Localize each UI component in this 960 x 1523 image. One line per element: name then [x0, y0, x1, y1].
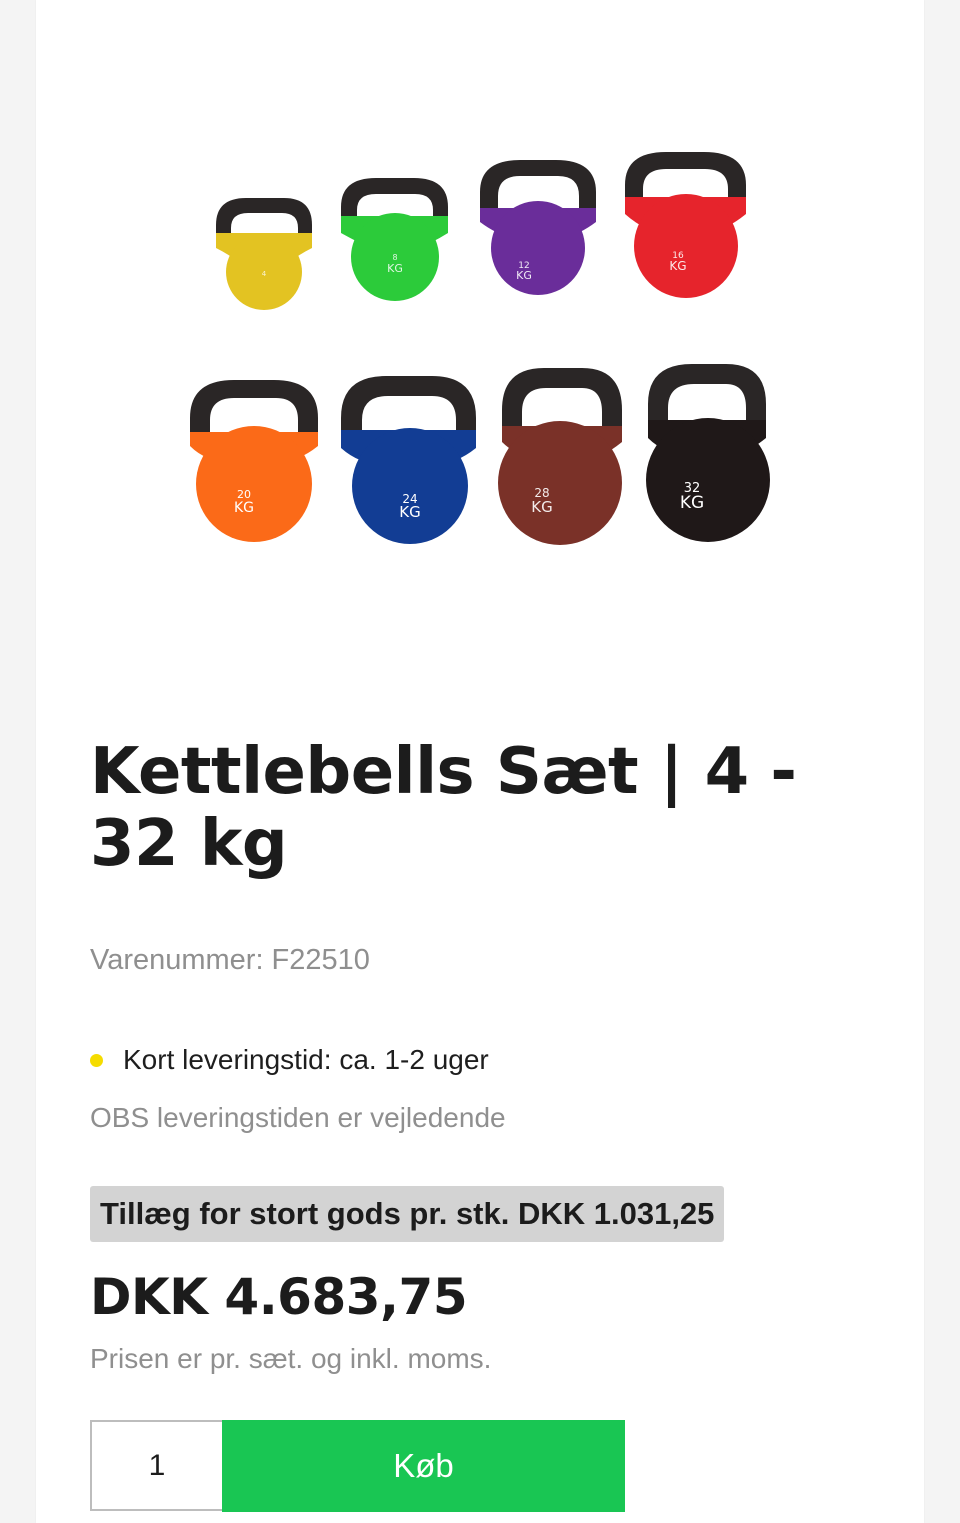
stock-status: Kort leveringstid: ca. 1-2 uger	[90, 1044, 489, 1076]
freight-surcharge-text: Tillæg for stort gods pr. stk. DKK 1.031…	[100, 1196, 715, 1231]
kettlebell-16kg-unit: KG	[669, 259, 686, 273]
kettlebell-8kg-unit: KG	[387, 262, 403, 275]
freight-surcharge-badge: Tillæg for stort gods pr. stk. DKK 1.031…	[90, 1186, 725, 1242]
kettlebell-20kg: 20 KG	[190, 380, 318, 542]
sku-label: Varenummer:	[90, 944, 264, 976]
kettlebell-12kg-unit: KG	[516, 269, 532, 282]
product-price: DKK 4.683,75	[90, 1268, 468, 1326]
buy-button[interactable]: Køb	[222, 1420, 625, 1512]
kettlebell-20kg-unit: KG	[234, 500, 254, 516]
kettlebell-8kg-weight: 8	[392, 253, 397, 262]
kettlebell-28kg-unit: KG	[531, 498, 552, 516]
kettlebell-12kg: 12 KG	[480, 160, 596, 295]
kettlebell-32kg: 32 KG	[646, 364, 770, 542]
kettlebell-4kg-label: 4	[262, 270, 267, 278]
kettlebell-24kg: 24 KG	[341, 376, 476, 544]
quantity-input[interactable]	[90, 1420, 222, 1511]
delivery-note: OBS leveringstiden er vejledende	[90, 1102, 506, 1133]
sku-value: F22510	[271, 944, 370, 976]
kettlebell-4kg: 4	[216, 198, 312, 310]
kettlebell-32kg-unit: KG	[680, 493, 704, 513]
stock-status-text: Kort leveringstid: ca. 1-2 uger	[123, 1044, 489, 1075]
price-note: Prisen er pr. sæt. og inkl. moms.	[90, 1343, 492, 1374]
kettlebell-28kg: 28 KG	[498, 368, 622, 545]
kettlebell-8kg: 8 KG	[341, 178, 448, 301]
product-page: 4 8 KG 12 KG 16 KG 20 KG 24 KG 28 KG 32 …	[36, 0, 924, 1523]
sku: Varenummer: F22510	[90, 944, 370, 977]
kettlebell-24kg-unit: KG	[399, 503, 420, 521]
kettlebell-16kg: 16 KG	[625, 152, 746, 298]
stock-status-dot-icon	[90, 1053, 103, 1067]
product-title: Kettlebells Sæt | 4 - 32 kg	[90, 735, 797, 881]
product-image: 4 8 KG 12 KG 16 KG 20 KG 24 KG 28 KG 32 …	[190, 152, 770, 545]
